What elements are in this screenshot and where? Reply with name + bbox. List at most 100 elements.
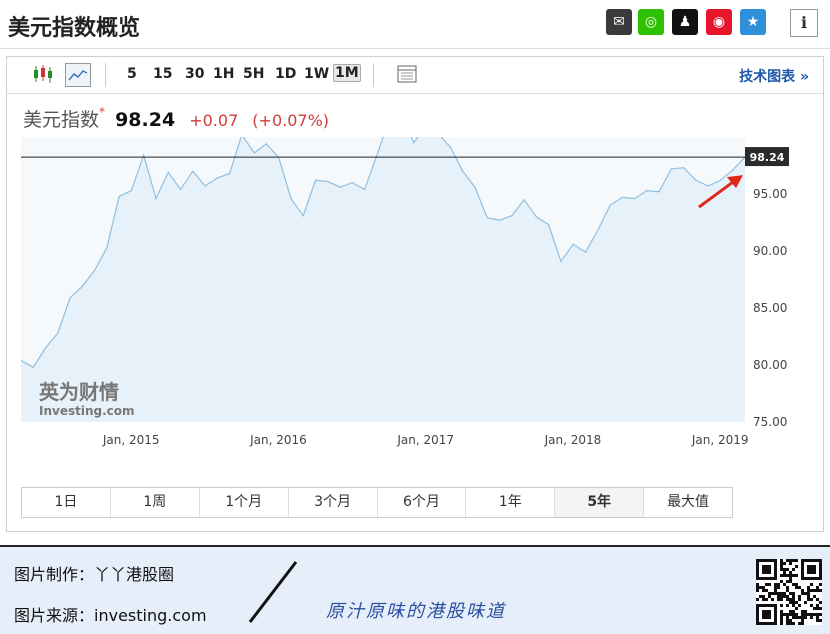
line-chart-icon[interactable] xyxy=(65,63,91,87)
interval-1m[interactable]: 1M xyxy=(333,64,361,82)
range-tab-1m[interactable]: 1个月 xyxy=(200,488,289,517)
qr-module xyxy=(777,592,780,595)
qr-module xyxy=(813,571,816,574)
qr-module xyxy=(789,562,792,565)
range-tab-1y[interactable]: 1年 xyxy=(466,488,556,517)
qr-module xyxy=(807,568,810,571)
qr-module xyxy=(783,571,786,574)
qr-module xyxy=(816,586,819,589)
qr-module xyxy=(786,559,789,562)
range-tab-5y[interactable]: 5年 xyxy=(555,488,645,517)
chart-panel: 5 15 30 1H 5H 1D 1W 1M 技术图表 » 美元指数* 98.2… xyxy=(6,56,824,532)
qr-module xyxy=(777,598,780,601)
qr-module xyxy=(786,613,789,616)
qr-module xyxy=(810,568,813,571)
qr-module xyxy=(786,595,789,598)
last-price: 98.24 xyxy=(115,109,176,131)
qr-module xyxy=(813,568,816,571)
qr-module xyxy=(765,616,768,619)
qr-module xyxy=(807,586,810,589)
interval-1d[interactable]: 1D xyxy=(275,66,296,82)
range-tab-1d[interactable]: 1日 xyxy=(22,488,111,517)
data-point xyxy=(597,229,599,232)
range-tab-1w[interactable]: 1周 xyxy=(111,488,200,517)
qr-module xyxy=(780,613,783,616)
qr-module xyxy=(801,568,804,571)
qr-module xyxy=(762,586,765,589)
qr-module xyxy=(780,604,783,607)
qzone-icon[interactable]: ★ xyxy=(740,9,766,35)
qr-module xyxy=(762,568,765,571)
data-point xyxy=(216,177,218,179)
qq-icon[interactable]: ♟ xyxy=(672,9,698,35)
data-point xyxy=(695,179,697,181)
qr-module xyxy=(774,607,777,610)
interval-15[interactable]: 15 xyxy=(153,66,172,82)
qr-module xyxy=(795,613,798,616)
range-tab-6m[interactable]: 6个月 xyxy=(378,488,467,517)
table-view-icon[interactable] xyxy=(395,63,419,85)
qr-module xyxy=(807,595,810,598)
qr-module xyxy=(780,595,783,598)
weibo-icon[interactable]: ◉ xyxy=(706,9,732,35)
qr-module xyxy=(756,598,759,601)
qr-module xyxy=(759,622,762,625)
qr-module xyxy=(792,616,795,619)
range-tab-max[interactable]: 最大值 xyxy=(644,488,732,517)
qr-module xyxy=(819,619,822,622)
qr-module xyxy=(819,601,822,604)
qr-module xyxy=(759,577,762,580)
qr-module xyxy=(819,589,822,592)
qr-module xyxy=(801,562,804,565)
data-point xyxy=(560,260,562,262)
maker-label: 图片制作： xyxy=(14,565,95,584)
qr-module xyxy=(801,571,804,574)
qr-module xyxy=(792,601,795,604)
qr-module xyxy=(762,616,765,619)
info-button[interactable]: i xyxy=(790,9,818,37)
qr-module xyxy=(819,583,822,586)
qr-module xyxy=(756,613,759,616)
qr-module xyxy=(810,583,813,586)
qr-module xyxy=(756,619,759,622)
qr-module xyxy=(774,586,777,589)
data-point xyxy=(658,191,660,193)
qr-module xyxy=(756,574,759,577)
interval-5[interactable]: 5 xyxy=(127,66,137,82)
data-point xyxy=(646,189,648,192)
interval-5h[interactable]: 5H xyxy=(243,66,264,82)
qr-module xyxy=(756,610,759,613)
qr-module xyxy=(807,592,810,595)
qr-module xyxy=(783,583,786,586)
qr-module xyxy=(786,622,789,625)
qr-module xyxy=(789,598,792,601)
tech-chart-link[interactable]: 技术图表 » xyxy=(739,66,809,86)
qr-module xyxy=(789,619,792,622)
range-tab-3m[interactable]: 3个月 xyxy=(289,488,378,517)
qr-module xyxy=(801,610,804,613)
qr-module xyxy=(789,622,792,625)
candlestick-icon[interactable] xyxy=(31,63,55,85)
qr-module xyxy=(813,577,816,580)
qr-module xyxy=(789,577,792,580)
qr-module xyxy=(816,619,819,622)
investing-logo-en: Investing.com xyxy=(39,404,135,418)
qr-module xyxy=(774,562,777,565)
qr-module xyxy=(774,616,777,619)
qr-module xyxy=(816,598,819,601)
data-point xyxy=(732,169,734,171)
email-icon[interactable]: ✉ xyxy=(606,9,632,35)
qr-module xyxy=(810,577,813,580)
qr-module xyxy=(813,607,816,610)
interval-30[interactable]: 30 xyxy=(185,66,204,82)
qr-module xyxy=(804,592,807,595)
qr-module xyxy=(804,610,807,613)
interval-1h[interactable]: 1H xyxy=(213,66,234,82)
qr-module xyxy=(771,592,774,595)
data-point xyxy=(462,170,464,172)
wechat-icon[interactable]: ◎ xyxy=(638,9,664,35)
y-tick-label: 75.00 xyxy=(753,415,787,429)
interval-1w[interactable]: 1W xyxy=(304,66,329,82)
qr-module xyxy=(816,604,819,607)
qr-module xyxy=(816,589,819,592)
